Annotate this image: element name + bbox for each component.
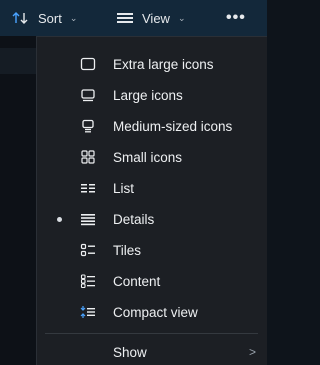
menu-item-details[interactable]: Details: [37, 204, 266, 234]
selected-indicator: [57, 216, 62, 222]
menu-item-label: Medium-sized icons: [113, 118, 233, 134]
menu-item-list[interactable]: List: [37, 173, 266, 203]
menu-item-show[interactable]: Show >: [37, 337, 266, 365]
sort-icon: [12, 10, 32, 26]
menu-separator: [45, 333, 258, 334]
menu-item-label: Extra large icons: [113, 56, 214, 72]
menu-item-label: Compact view: [113, 304, 198, 320]
navigation-row: [0, 48, 36, 74]
menu-item-label: Details: [113, 211, 155, 227]
menu-item-label: Large icons: [113, 87, 183, 103]
menu-item-content[interactable]: Content: [37, 266, 266, 296]
content-icon: [79, 273, 97, 289]
menu-item-large-icons[interactable]: Large icons: [37, 80, 266, 110]
command-bar: Sort ⌄ View ⌄ •••: [0, 0, 267, 36]
chevron-right-icon: >: [248, 345, 256, 359]
menu-item-small-icons[interactable]: Small icons: [37, 142, 266, 172]
large-icons-icon: [79, 87, 97, 103]
menu-item-label: Show: [113, 344, 147, 360]
menu-item-compact-view[interactable]: Compact view: [37, 297, 266, 327]
file-explorer-window: Sort ⌄ View ⌄ ••• Extra large icons Larg…: [0, 0, 267, 365]
navigation-pane: [0, 36, 36, 365]
small-icons-icon: [79, 149, 97, 165]
view-icon: [116, 10, 136, 26]
sort-label: Sort: [38, 10, 62, 26]
tiles-icon: [79, 242, 97, 258]
menu-item-label: List: [113, 180, 135, 196]
compact-view-icon: [79, 304, 97, 320]
more-options-button[interactable]: •••: [226, 0, 246, 36]
menu-item-extra-large-icons[interactable]: Extra large icons: [37, 49, 266, 79]
menu-item-tiles[interactable]: Tiles: [37, 235, 266, 265]
menu-item-label: Tiles: [113, 242, 142, 258]
sort-button[interactable]: Sort ⌄: [12, 0, 77, 36]
extra-large-icons-icon: [79, 56, 97, 72]
chevron-down-icon: ⌄: [69, 12, 78, 23]
view-button[interactable]: View ⌄: [116, 0, 186, 36]
menu-item-label: Small icons: [113, 149, 183, 165]
chevron-down-icon: ⌄: [177, 12, 186, 23]
menu-item-medium-icons[interactable]: Medium-sized icons: [37, 111, 266, 141]
details-icon: [79, 211, 97, 227]
menu-item-label: Content: [113, 273, 161, 289]
list-icon: [79, 180, 97, 196]
view-label: View: [142, 10, 170, 26]
medium-icons-icon: [79, 118, 97, 134]
view-menu: Extra large icons Large icons Medium-siz…: [36, 36, 267, 365]
more-icon: •••: [226, 9, 246, 26]
